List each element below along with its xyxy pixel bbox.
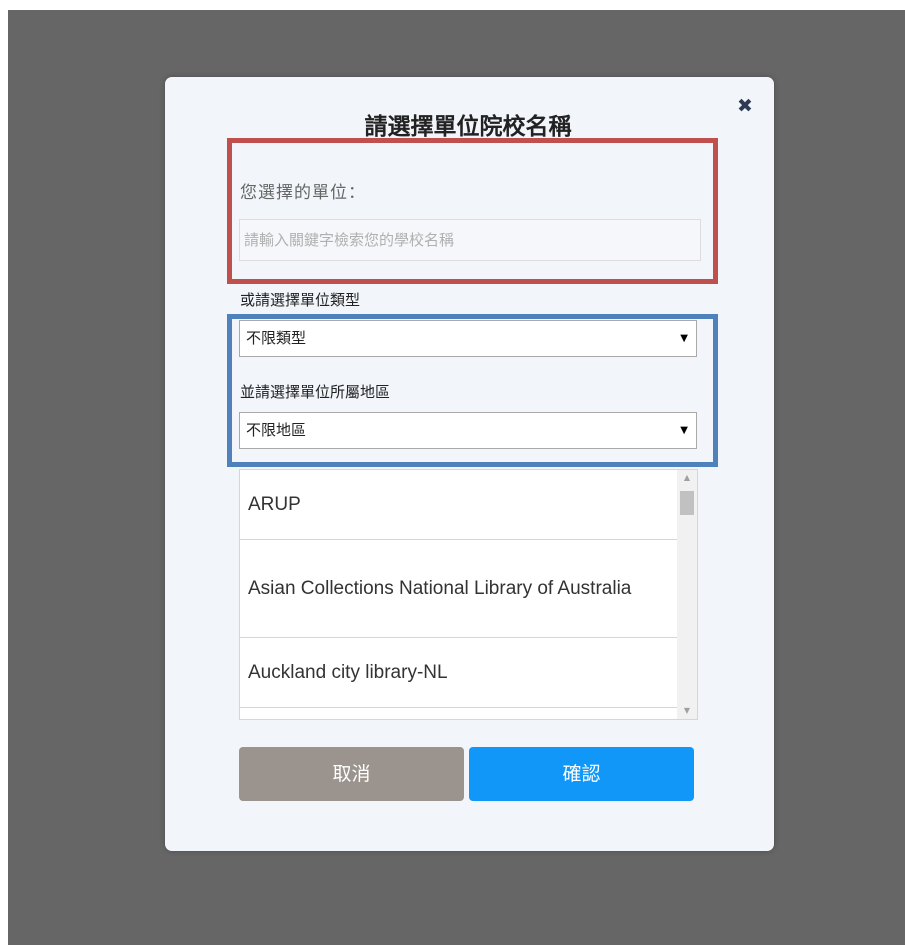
institution-name: ARUP	[248, 493, 301, 515]
institution-list-item[interactable]	[240, 708, 677, 719]
selected-unit-highlight	[227, 138, 718, 284]
confirm-button[interactable]: 確認	[469, 747, 694, 801]
scroll-thumb[interactable]	[680, 491, 694, 515]
scroll-up-arrow-icon[interactable]: ▲	[677, 470, 697, 486]
list-scrollbar[interactable]: ▲ ▼	[677, 470, 697, 719]
unit-type-selected-value: 不限類型	[246, 329, 307, 347]
dropdown-arrow-icon: ▼	[680, 333, 688, 344]
institution-list-item[interactable]: Asian Collections National Library of Au…	[240, 540, 677, 638]
institution-list-item[interactable]: Auckland city library-NL	[240, 638, 677, 708]
institution-list[interactable]: ARUP Asian Collections National Library …	[239, 469, 698, 720]
unit-region-selected-value: 不限地區	[246, 421, 307, 439]
cancel-button[interactable]: 取消	[239, 747, 464, 801]
selected-unit-label: 您選擇的單位：	[240, 183, 366, 203]
institution-name: Asian Collections National Library of Au…	[248, 578, 632, 599]
institution-list-items: ARUP Asian Collections National Library …	[240, 470, 677, 719]
scroll-down-arrow-icon[interactable]: ▼	[677, 703, 697, 719]
institution-list-item[interactable]: ARUP	[240, 470, 677, 540]
unit-type-select[interactable]: 不限類型 ▼	[239, 320, 697, 357]
dropdown-arrow-icon: ▼	[680, 425, 688, 436]
unit-region-label: 並請選擇單位所屬地區	[240, 383, 391, 401]
unit-type-label: 或請選擇單位類型	[240, 291, 361, 309]
close-icon[interactable]: ✖	[735, 96, 755, 116]
institution-name: Auckland city library-NL	[248, 661, 448, 683]
dialog-title: 請選擇單位院校名稱	[364, 114, 572, 140]
unit-region-select[interactable]: 不限地區 ▼	[239, 412, 697, 449]
school-search-input[interactable]	[239, 219, 701, 261]
